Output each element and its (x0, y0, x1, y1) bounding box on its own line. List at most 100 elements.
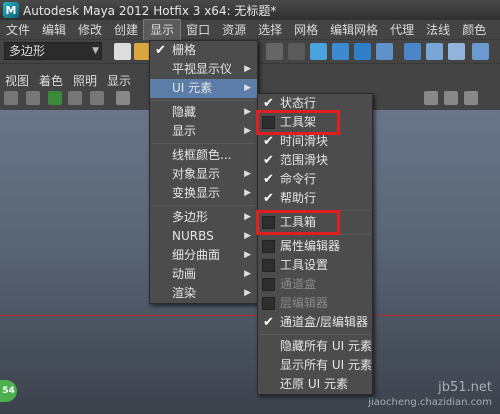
xray-icon[interactable] (444, 91, 458, 105)
ui-element-item[interactable]: 还原 UI 元素 (258, 375, 372, 394)
checkbox-checked-icon[interactable]: ✔ (262, 154, 275, 167)
panel-menu-0[interactable]: 视图 (0, 72, 34, 89)
menu-4[interactable]: 显示 (143, 18, 182, 41)
grid-icon[interactable] (116, 91, 130, 105)
ui-element-item[interactable]: ✔ 命令行 (258, 170, 372, 189)
menu-7[interactable]: 选择 (252, 20, 288, 40)
ui-element-item[interactable]: ✔ 通道盒/层编辑器 (258, 313, 372, 332)
isolate-icon[interactable] (424, 91, 438, 105)
display-menu-label: 多边形 (172, 210, 209, 224)
display-menu-item[interactable]: 多边形 ▶ (150, 208, 257, 227)
ui-element-item[interactable]: ✔ 范围滑块 (258, 151, 372, 170)
ui-element-item[interactable]: ✔ 时间滑块 (258, 132, 372, 151)
display-menu-item[interactable]: 动画 ▶ (150, 265, 257, 284)
highlight-box (256, 210, 340, 235)
menu-set-select[interactable]: 多边形 ▼ (4, 42, 102, 60)
checkbox-empty-icon[interactable] (262, 259, 275, 272)
checkbox-checked-icon[interactable]: ✔ (262, 316, 275, 329)
select-tool-icon[interactable] (332, 43, 349, 60)
menu-12[interactable]: 颜色 (456, 20, 492, 40)
display-menu-item[interactable]: 隐藏 ▶ (150, 103, 257, 122)
menu-2[interactable]: 修改 (72, 20, 108, 40)
submenu-arrow-icon: ▶ (244, 188, 251, 198)
display-menu-item[interactable]: ✔ 栅格 (150, 41, 257, 60)
display-menu-item[interactable]: 显示 ▶ (150, 122, 257, 141)
submenu-arrow-icon: ▶ (244, 169, 251, 179)
display-menu-item[interactable]: UI 元素 ▶ (150, 79, 257, 98)
checkbox-empty-icon[interactable] (262, 278, 275, 291)
checkbox-empty-icon[interactable] (262, 240, 275, 253)
checkbox-checked-icon[interactable]: ✔ (262, 192, 275, 205)
display-menu-label: 渲染 (172, 286, 197, 300)
menu-6[interactable]: 资源 (216, 20, 252, 40)
menu-9[interactable]: 编辑网格 (324, 20, 384, 40)
panel-menu-1[interactable]: 着色 (34, 72, 68, 89)
menu-3[interactable]: 创建 (108, 20, 144, 40)
menu-10[interactable]: 代理 (384, 20, 420, 40)
image-plane-icon[interactable] (68, 91, 82, 105)
display-menu-item[interactable]: 线框颜色... (150, 146, 257, 165)
display-menu-item[interactable]: 对象显示 ▶ (150, 165, 257, 184)
checkbox-empty-icon[interactable] (262, 297, 275, 310)
snap-icon[interactable] (266, 43, 283, 60)
watermark-line-2: jiaocheng.chazidian.com (368, 397, 492, 408)
display-menu-label: 变换显示 (172, 186, 221, 200)
move-tool-icon[interactable] (310, 43, 327, 60)
new-scene-icon[interactable] (114, 43, 131, 60)
menu-8[interactable]: 网格 (288, 20, 324, 40)
ui-element-label: 状态行 (280, 96, 317, 110)
submenu-arrow-icon: ▶ (244, 250, 251, 260)
curve-snap-icon[interactable] (354, 43, 371, 60)
ui-element-item[interactable]: 工具设置 (258, 256, 372, 275)
render-settings-icon[interactable] (472, 43, 489, 60)
ui-element-item[interactable]: ✔ 帮助行 (258, 189, 372, 208)
menu-5[interactable]: 窗口 (180, 20, 216, 40)
ui-element-label: 隐藏所有 UI 元素 (280, 339, 372, 353)
render-icon[interactable] (426, 43, 443, 60)
ui-element-label: 还原 UI 元素 (280, 377, 348, 391)
bookmark-icon[interactable] (48, 91, 62, 105)
ui-element-item[interactable]: 属性编辑器 (258, 237, 372, 256)
display-menu-label: 隐藏 (172, 105, 197, 119)
display-menu-item[interactable]: NURBS ▶ (150, 227, 257, 246)
menu-11[interactable]: 法线 (420, 20, 456, 40)
watermark-line-1: jb51.net (438, 380, 492, 395)
ui-element-label: 通道盒/层编辑器 (280, 315, 369, 329)
display-menu-label: NURBS (172, 229, 214, 243)
ui-element-label: 命令行 (280, 172, 317, 186)
main-menu-bar: 文件 编辑 修改 创建 显示 窗口 资源 选择 网格 编辑网格 代理 法线 颜色 (0, 18, 500, 41)
share-icon[interactable] (464, 91, 478, 105)
ui-element-item[interactable]: 工具箱 (256, 210, 372, 235)
submenu-arrow-icon: ▶ (244, 83, 251, 93)
ui-element-item[interactable]: 显示所有 UI 元素 (258, 356, 372, 375)
ui-element-item[interactable]: 工具架 (256, 110, 372, 135)
camera-icon[interactable] (4, 91, 18, 105)
point-snap-icon[interactable] (376, 43, 393, 60)
display-menu-label: 平视显示仪 (172, 62, 233, 76)
title-bar: M Autodesk Maya 2012 Hotfix 3 x64: 无标题* (0, 0, 500, 20)
2d-pan-icon[interactable] (90, 91, 104, 105)
display-menu-item[interactable]: 渲染 ▶ (150, 284, 257, 303)
ui-element-item: 通道盒 (258, 275, 372, 294)
ui-element-label: 属性编辑器 (280, 239, 341, 253)
panel-menu-3[interactable]: 显示 (102, 72, 136, 89)
display-menu-item[interactable]: 细分曲面 ▶ (150, 246, 257, 265)
menu-1[interactable]: 编辑 (36, 20, 72, 40)
magnet-icon[interactable] (288, 43, 305, 60)
chevron-down-icon: ▼ (92, 46, 99, 56)
history-icon[interactable] (404, 43, 421, 60)
checkbox-checked-icon[interactable]: ✔ (262, 97, 275, 110)
display-menu-item[interactable]: 平视显示仪 ▶ (150, 60, 257, 79)
display-menu-item[interactable]: 变换显示 ▶ (150, 184, 257, 203)
ui-element-item[interactable]: 隐藏所有 UI 元素 (258, 337, 372, 356)
checkbox-checked-icon[interactable]: ✔ (262, 135, 275, 148)
checkbox-checked-icon[interactable]: ✔ (262, 173, 275, 186)
camera-attr-icon[interactable] (26, 91, 40, 105)
ui-element-label: 帮助行 (280, 191, 317, 205)
ipr-render-icon[interactable] (448, 43, 465, 60)
display-menu-label: 线框颜色... (172, 148, 232, 162)
panel-menu-2[interactable]: 照明 (68, 72, 102, 89)
submenu-arrow-icon: ▶ (244, 288, 251, 298)
menu-0[interactable]: 文件 (0, 20, 36, 40)
submenu-arrow-icon: ▶ (244, 107, 251, 117)
